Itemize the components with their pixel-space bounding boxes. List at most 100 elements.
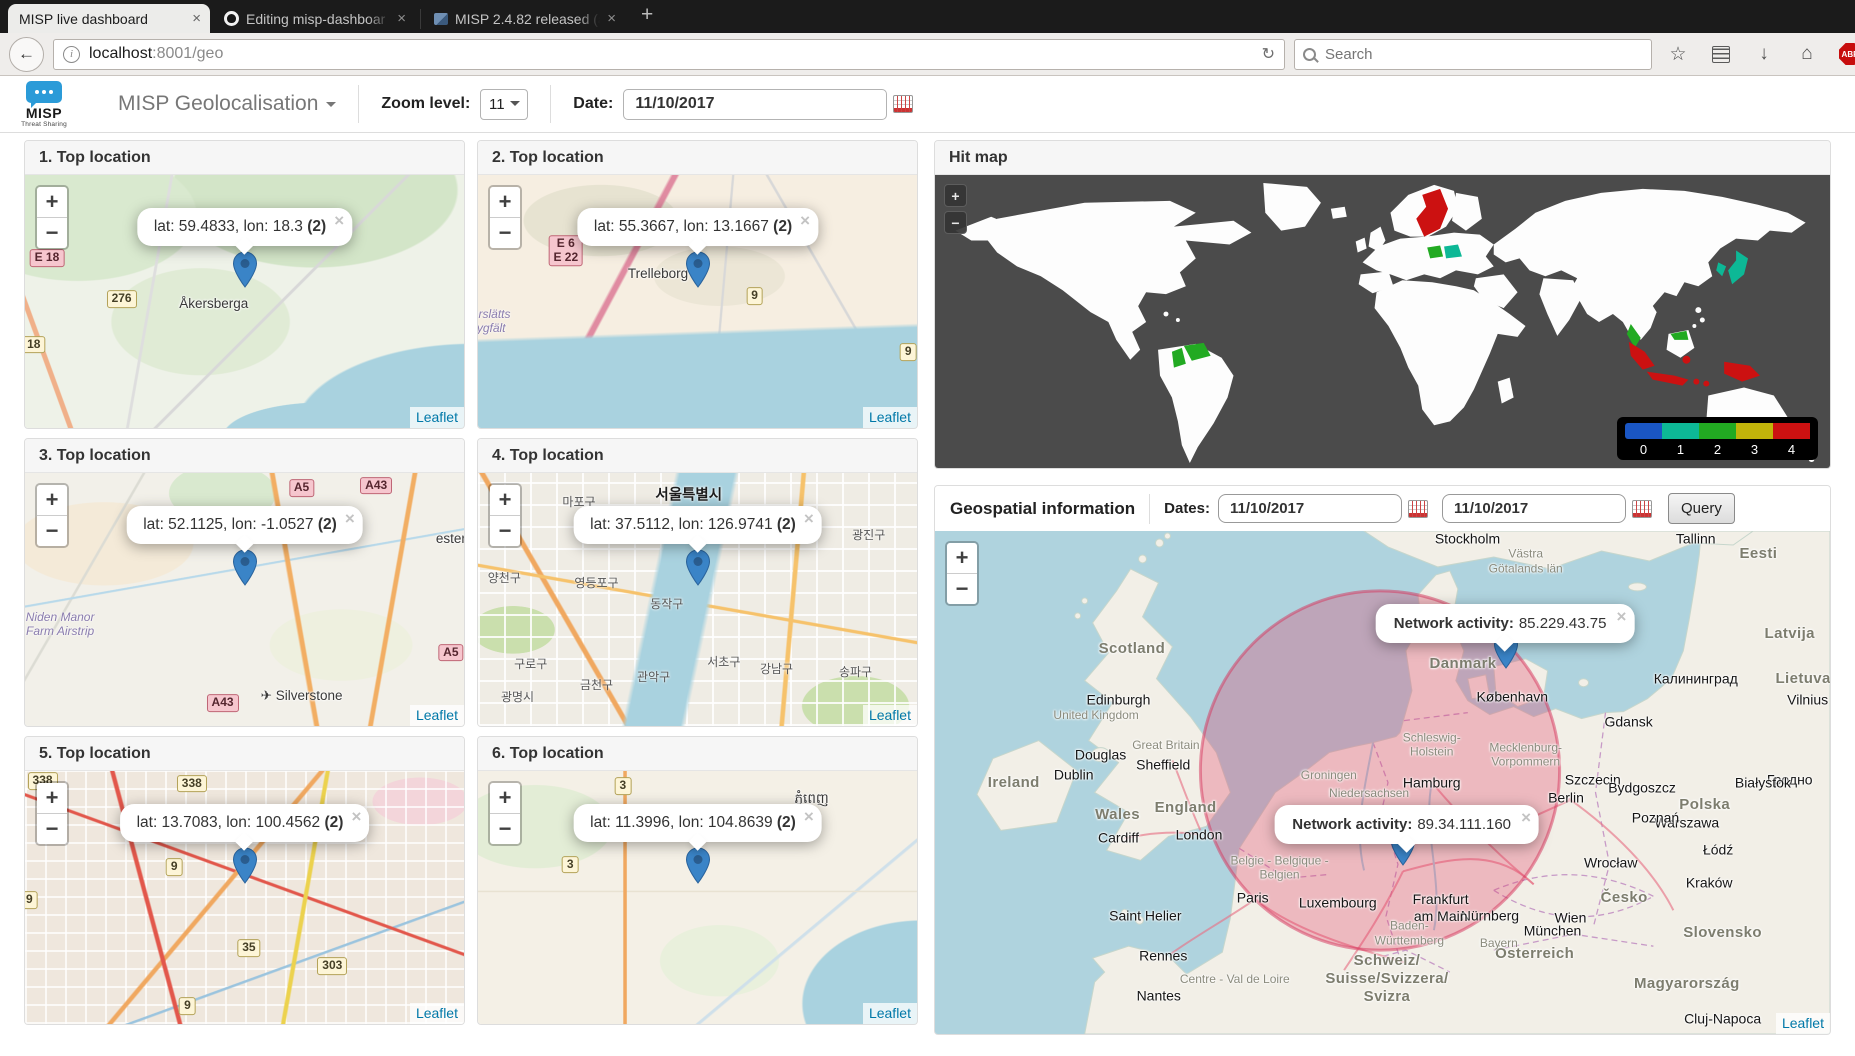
- leaflet-attribution[interactable]: Leaflet: [1776, 1013, 1830, 1034]
- leaflet-attribution[interactable]: Leaflet: [410, 705, 464, 726]
- map-zoom-control: + −: [488, 483, 522, 548]
- legend-swatch: [1625, 423, 1662, 439]
- panel-top-location-6: 6. Top location + − 33ភ្នំពេញ lat: 11.39…: [477, 736, 918, 1025]
- zoom-in-button[interactable]: +: [37, 187, 67, 218]
- hit-map-zoom-control: + −: [944, 184, 967, 238]
- zoom-in-button[interactable]: +: [490, 485, 520, 516]
- mini-map-4[interactable]: + − 마포구서울특별시광진구양천구영등포구동작구관악구강남구송파구서초구금천구…: [478, 473, 917, 726]
- map-marker[interactable]: [685, 847, 711, 890]
- back-button[interactable]: ←: [9, 37, 44, 72]
- map-marker[interactable]: [232, 847, 258, 890]
- date-from-input[interactable]: [1218, 494, 1402, 523]
- url-text[interactable]: localhost:8001/geo: [89, 45, 1253, 63]
- map-place-label: Hamburg: [1403, 774, 1461, 791]
- reload-icon[interactable]: ↻: [1262, 44, 1275, 64]
- calendar-icon[interactable]: [1632, 500, 1652, 518]
- date-to-input[interactable]: [1442, 494, 1626, 523]
- zoom-in-button[interactable]: +: [37, 783, 67, 814]
- popup-close-icon[interactable]: ×: [351, 808, 361, 825]
- search-icon: [1303, 48, 1316, 61]
- popup-close-icon[interactable]: ×: [804, 808, 814, 825]
- map-place-label: Gdansk: [1605, 714, 1653, 731]
- zoom-out-button[interactable]: −: [944, 211, 967, 234]
- leaflet-attribution[interactable]: Leaflet: [863, 407, 917, 428]
- search-bar[interactable]: [1294, 39, 1652, 70]
- hit-map[interactable]: + − 01234: [935, 175, 1830, 468]
- tab-title: MISP 2.4.82 released (a: [455, 11, 600, 27]
- page-title-dropdown[interactable]: MISP Geolocalisation: [118, 92, 336, 116]
- downloads-icon[interactable]: ↓: [1747, 37, 1781, 71]
- popup-count: (2): [324, 814, 343, 831]
- tab-close-icon[interactable]: ×: [192, 11, 201, 26]
- mini-map-6[interactable]: + − 33ភ្នំពេញ lat: 11.3996, lon: 104.863…: [478, 771, 917, 1024]
- legend-item: 1: [1662, 423, 1699, 457]
- leaflet-attribution[interactable]: Leaflet: [863, 1003, 917, 1024]
- popup-coordinates: lat: 59.4833, lon: 18.3: [154, 218, 303, 235]
- browser-chrome: MISP live dashboard × Editing misp-dashb…: [0, 0, 1855, 76]
- zoom-in-button[interactable]: +: [490, 783, 520, 814]
- misp-logo[interactable]: MISP Threat Sharing: [18, 81, 70, 128]
- library-glyph: [1712, 46, 1730, 63]
- panel-title: 3. Top location: [25, 439, 464, 473]
- tab-misp-dashboard[interactable]: MISP live dashboard ×: [8, 4, 210, 33]
- zoom-level-select[interactable]: 11: [480, 89, 528, 120]
- home-icon[interactable]: ⌂: [1790, 37, 1824, 71]
- mini-map-3[interactable]: + − A5A43A5A43Niden Manor Farm Airstrip✈…: [25, 473, 464, 726]
- date-input[interactable]: [623, 89, 887, 120]
- zoom-in-button[interactable]: +: [37, 485, 67, 516]
- leaflet-attribution[interactable]: Leaflet: [410, 1003, 464, 1024]
- new-tab-button[interactable]: +: [628, 3, 666, 30]
- adblock-icon[interactable]: ABP: [1833, 37, 1855, 71]
- legend-item: 2: [1699, 423, 1736, 457]
- search-input[interactable]: [1323, 45, 1643, 64]
- calendar-icon[interactable]: [893, 95, 913, 113]
- popup-close-icon[interactable]: ×: [345, 510, 355, 527]
- zoom-out-button[interactable]: −: [37, 814, 67, 844]
- leaflet-attribution[interactable]: Leaflet: [863, 705, 917, 726]
- brand-subtitle: Threat Sharing: [21, 121, 67, 128]
- leaflet-attribution[interactable]: Leaflet: [410, 407, 464, 428]
- zoom-out-button[interactable]: −: [490, 218, 520, 248]
- legend-swatch: [1773, 423, 1810, 439]
- zoom-in-button[interactable]: +: [947, 543, 977, 574]
- map-marker[interactable]: [685, 549, 711, 592]
- zoom-out-button[interactable]: −: [37, 516, 67, 546]
- popup-close-icon[interactable]: ×: [800, 212, 810, 229]
- popup-close-icon[interactable]: ×: [1521, 809, 1531, 826]
- site-info-icon[interactable]: i: [63, 46, 80, 63]
- tab-github[interactable]: Editing misp-dashboar ×: [213, 4, 415, 33]
- query-button[interactable]: Query: [1668, 493, 1735, 524]
- calendar-icon[interactable]: [1408, 500, 1428, 518]
- bookmark-star-icon[interactable]: ☆: [1661, 37, 1695, 71]
- map-zoom-control: + −: [945, 541, 979, 606]
- zoom-in-button[interactable]: +: [490, 187, 520, 218]
- map-zoom-control: + −: [488, 185, 522, 250]
- map-marker[interactable]: [232, 251, 258, 294]
- mini-map-5[interactable]: + − 33833899353039 lat: 13.7083, lon: 10…: [25, 771, 464, 1024]
- tab-close-icon[interactable]: ×: [607, 11, 616, 26]
- library-icon[interactable]: [1704, 37, 1738, 71]
- popup-count: (2): [318, 516, 337, 533]
- mini-map-1[interactable]: + − E 1827618Åkersberga lat: 59.4833, lo…: [25, 175, 464, 428]
- url-bar[interactable]: i localhost:8001/geo ↻: [53, 39, 1285, 70]
- map-place-label: Centre - Val de Loire: [1180, 971, 1290, 985]
- zoom-out-button[interactable]: −: [490, 516, 520, 546]
- map-place-label: Bydgoszcz: [1608, 779, 1676, 796]
- divider: [358, 85, 359, 123]
- popup-close-icon[interactable]: ×: [1616, 608, 1626, 625]
- map-marker[interactable]: [685, 251, 711, 294]
- zoom-in-button[interactable]: +: [944, 184, 967, 207]
- zoom-out-button[interactable]: −: [947, 574, 977, 604]
- popup-coordinates: lat: 37.5112, lon: 126.9741: [590, 516, 772, 533]
- zoom-out-button[interactable]: −: [37, 218, 67, 248]
- tab-misp-release[interactable]: MISP 2.4.82 released (a ×: [423, 4, 625, 33]
- map-marker[interactable]: [232, 549, 258, 592]
- popup-close-icon[interactable]: ×: [334, 212, 344, 229]
- network-activity-popup: Network activity:89.34.111.160×: [1274, 805, 1539, 844]
- zoom-out-button[interactable]: −: [490, 814, 520, 844]
- geospatial-map[interactable]: + − DanmarkPolskaČeskoSlovenskoÖsterreic…: [935, 531, 1830, 1034]
- tab-close-icon[interactable]: ×: [397, 11, 406, 26]
- mini-map-2[interactable]: + − E 6 E 2299Trelleborgerslätts ygfält …: [478, 175, 917, 428]
- popup-close-icon[interactable]: ×: [804, 510, 814, 527]
- misp-logo-bubble-icon: [26, 81, 62, 103]
